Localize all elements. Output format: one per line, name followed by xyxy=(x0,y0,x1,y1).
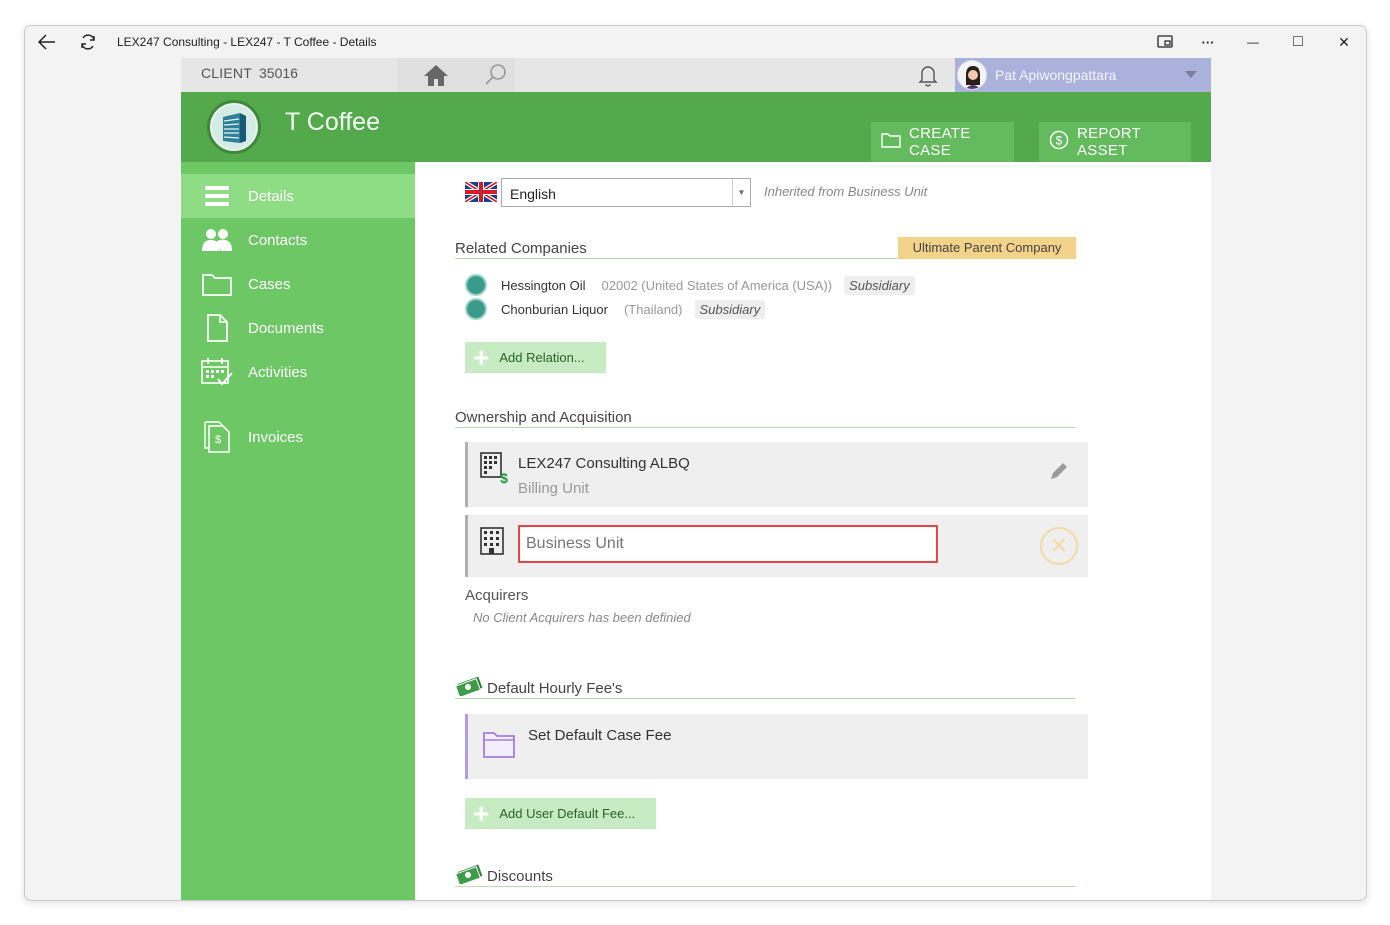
sidebar-item-label: Invoices xyxy=(248,428,304,446)
app-content: CLIENT 35016 Pat Apiwongpattara T Coffee… xyxy=(181,58,1211,900)
divider xyxy=(455,698,1076,699)
ownership-title: Ownership and Acquisition xyxy=(455,409,632,426)
report-asset-label: REPORT ASSET xyxy=(1077,125,1141,159)
client-header: T Coffee CREATE CASE $ REPORT ASSET xyxy=(181,92,1211,162)
dollar-circle-icon: $ xyxy=(1049,130,1069,154)
home-icon[interactable] xyxy=(423,63,449,87)
add-relation-button[interactable]: + Add Relation... xyxy=(465,342,606,373)
contacts-icon xyxy=(201,224,233,256)
app-window: LEX247 Consulting - LEX247 - T Coffee - … xyxy=(24,25,1367,901)
plus-icon: + xyxy=(473,797,490,829)
set-default-fee-card[interactable]: Set Default Case Fee xyxy=(465,714,1088,779)
sidebar-item-label: Contacts xyxy=(248,231,308,249)
sidebar-item-activities[interactable]: Activities xyxy=(181,350,415,394)
cast-icon[interactable] xyxy=(1154,31,1176,53)
title-bar: LEX247 Consulting - LEX247 - T Coffee - … xyxy=(25,26,1366,58)
related-company-row[interactable]: Chonburian Liquor (Thailand) Subsidiary xyxy=(465,298,766,320)
back-arrow-icon[interactable] xyxy=(36,31,58,53)
client-number: 35016 xyxy=(259,65,298,81)
minimize-icon[interactable]: — xyxy=(1242,31,1264,53)
chevron-down-icon: ▼ xyxy=(732,179,750,206)
discounts-title: Discounts xyxy=(487,868,553,885)
sidebar-item-label: Details xyxy=(248,187,294,205)
client-logo xyxy=(207,100,261,154)
set-default-fee-label: Set Default Case Fee xyxy=(528,727,672,744)
business-unit-card: ✕ xyxy=(465,515,1088,577)
page-title: T Coffee xyxy=(285,108,380,136)
report-asset-button[interactable]: $ REPORT ASSET xyxy=(1039,122,1191,162)
close-icon[interactable]: ✕ xyxy=(1333,31,1355,53)
billing-unit-name: LEX247 Consulting ALBQ xyxy=(518,455,690,472)
add-relation-label: Add Relation... xyxy=(499,350,585,365)
sidebar-item-label: Activities xyxy=(248,363,308,381)
hourly-fee-title: Default Hourly Fee's xyxy=(487,680,623,697)
business-unit-input[interactable] xyxy=(518,525,938,563)
related-company-code: (Thailand) xyxy=(623,301,683,317)
folder-icon xyxy=(483,730,515,760)
refresh-icon[interactable] xyxy=(77,31,99,53)
related-company-name: Chonburian Liquor xyxy=(501,301,608,317)
chevron-down-icon[interactable] xyxy=(1185,71,1197,78)
money-icon xyxy=(454,672,483,699)
maximize-icon[interactable]: □ xyxy=(1287,31,1309,53)
create-case-label: CREATE CASE xyxy=(909,125,971,159)
folder-icon xyxy=(881,132,901,152)
ultimate-parent-badge[interactable]: Ultimate Parent Company xyxy=(898,237,1076,259)
acquirers-empty-text: No Client Acquirers has been definied xyxy=(473,610,691,625)
sidebar-item-invoices[interactable]: $ Invoices xyxy=(181,415,415,459)
divider xyxy=(455,886,1076,887)
client-label: CLIENT xyxy=(201,65,252,81)
clear-icon[interactable]: ✕ xyxy=(1040,527,1078,565)
user-name: Pat Apiwongpattara xyxy=(995,67,1117,83)
document-icon xyxy=(201,312,233,344)
money-icon xyxy=(454,860,483,887)
svg-text:$: $ xyxy=(500,470,508,484)
sidebar-item-label: Documents xyxy=(248,319,324,337)
building-dollar-icon: $ xyxy=(480,452,510,486)
top-nav-group xyxy=(397,58,515,92)
window-title: LEX247 Consulting - LEX247 - T Coffee - … xyxy=(117,35,377,49)
inherited-note: Inherited from Business Unit xyxy=(764,184,928,199)
sidebar-item-documents[interactable]: Documents xyxy=(181,306,415,350)
sidebar: Details Contacts Cases Documents Activit… xyxy=(181,162,415,900)
sidebar-item-label: Cases xyxy=(248,275,291,293)
building-icon xyxy=(480,527,510,557)
avatar xyxy=(957,60,987,90)
divider xyxy=(455,427,1076,428)
notification-bell-icon[interactable] xyxy=(915,62,941,88)
related-company-code: 02002 (United States of America (USA)) xyxy=(601,277,833,293)
uk-flag-icon xyxy=(463,180,499,204)
list-icon xyxy=(201,180,233,212)
company-icon xyxy=(465,298,487,320)
sidebar-item-contacts[interactable]: Contacts xyxy=(181,218,415,262)
create-case-button[interactable]: CREATE CASE xyxy=(871,122,1014,162)
company-icon xyxy=(465,274,487,296)
language-select[interactable]: English ▼ xyxy=(501,178,751,207)
sidebar-item-cases[interactable]: Cases xyxy=(181,262,415,306)
more-options-icon[interactable]: ··· xyxy=(1197,31,1219,53)
relation-badge: Subsidiary xyxy=(694,299,766,319)
billing-unit-sub: Billing Unit xyxy=(518,480,589,497)
pencil-icon[interactable] xyxy=(1048,460,1070,482)
folder-icon xyxy=(201,268,233,300)
user-menu[interactable]: Pat Apiwongpattara xyxy=(955,58,1211,92)
svg-text:$: $ xyxy=(215,434,221,446)
search-icon[interactable] xyxy=(483,63,509,87)
relation-badge: Subsidiary xyxy=(844,275,915,295)
acquirers-title: Acquirers xyxy=(465,587,529,604)
plus-icon: + xyxy=(473,341,490,373)
svg-text:$: $ xyxy=(1056,134,1063,148)
sidebar-item-details[interactable]: Details xyxy=(181,174,415,218)
add-user-fee-button[interactable]: + Add User Default Fee... xyxy=(465,798,656,829)
related-company-row[interactable]: Hessington Oil 02002 (United States of A… xyxy=(465,274,915,296)
related-companies-title: Related Companies xyxy=(455,240,587,257)
top-bar: CLIENT 35016 Pat Apiwongpattara xyxy=(181,58,1211,92)
add-user-fee-label: Add User Default Fee... xyxy=(499,806,636,821)
related-company-name: Hessington Oil xyxy=(501,277,586,293)
details-panel: English ▼ Inherited from Business Unit R… xyxy=(415,162,1211,900)
calendar-icon xyxy=(201,356,233,388)
language-value: English xyxy=(510,186,556,202)
billing-unit-card[interactable]: $ LEX247 Consulting ALBQ Billing Unit xyxy=(465,442,1088,507)
invoice-icon: $ xyxy=(201,421,233,453)
